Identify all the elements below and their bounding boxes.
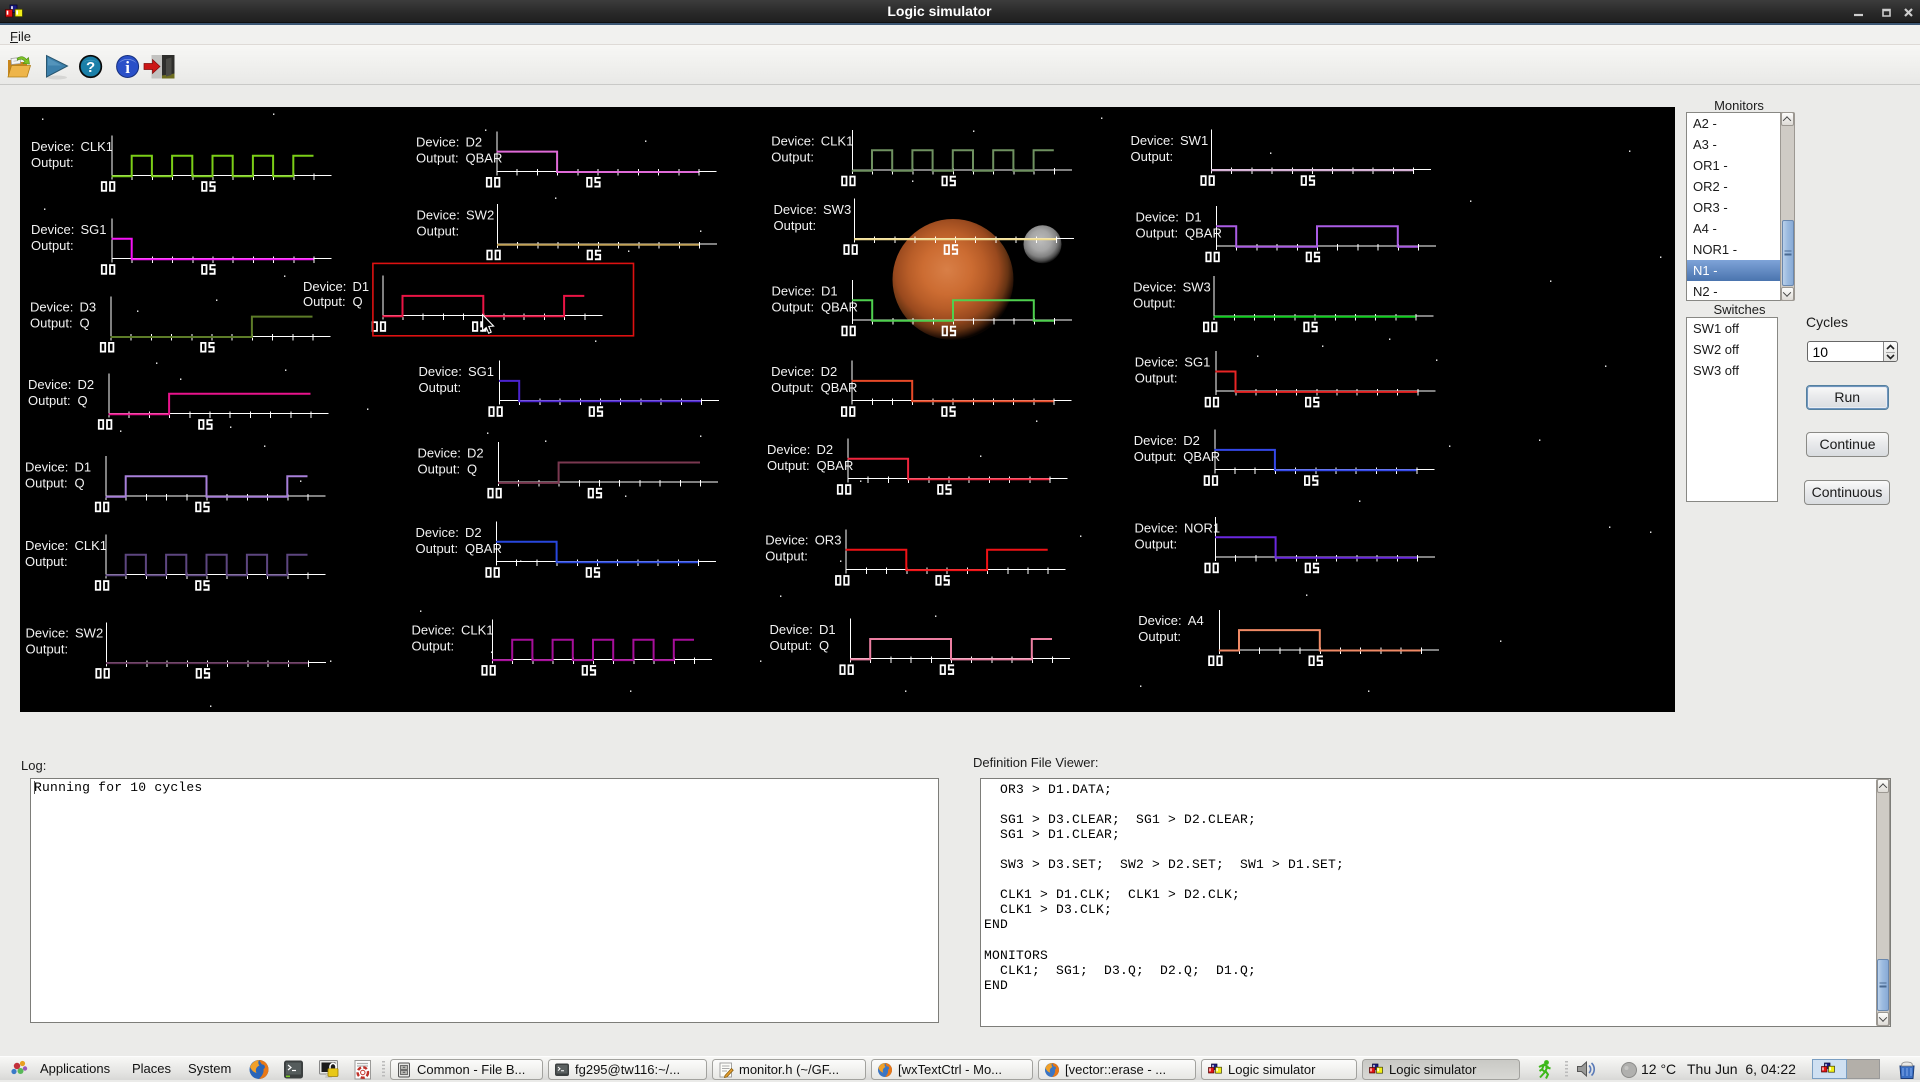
svg-text:Output:: Output: <box>31 154 74 169</box>
svg-text:Device:: Device: <box>418 445 461 460</box>
svg-text:i: i <box>125 58 130 77</box>
svg-text:Output:: Output: <box>767 457 810 472</box>
svg-text:Output:: Output: <box>1135 536 1178 551</box>
svg-text:Device:: Device: <box>774 201 817 216</box>
svg-text:Device:: Device: <box>416 524 459 539</box>
svg-text:Device:: Device: <box>303 279 346 294</box>
svg-text:Output:: Output: <box>416 150 459 165</box>
svg-text:Q: Q <box>78 392 88 407</box>
svg-text:Output:: Output: <box>416 540 459 555</box>
svg-text:?: ? <box>86 59 95 76</box>
svg-text:Output:: Output: <box>1131 148 1174 163</box>
svg-text:D1: D1 <box>821 283 838 298</box>
svg-text:Device:: Device: <box>419 363 462 378</box>
svg-text:Device:: Device: <box>25 537 68 552</box>
svg-text:CLK1: CLK1 <box>75 537 108 552</box>
svg-text:Output:: Output: <box>772 299 815 314</box>
svg-text:Q: Q <box>467 461 477 476</box>
svg-text:Output:: Output: <box>412 638 455 653</box>
svg-text:Device:: Device: <box>416 134 459 149</box>
svg-text:Device:: Device: <box>1138 613 1181 628</box>
svg-text:CLK1: CLK1 <box>821 133 854 148</box>
svg-text:D2: D2 <box>78 376 95 391</box>
svg-text:D3: D3 <box>80 299 97 314</box>
svg-text:Output:: Output: <box>25 553 68 568</box>
svg-text:Device:: Device: <box>1136 209 1179 224</box>
svg-text:SG1: SG1 <box>468 363 494 378</box>
svg-text:Output:: Output: <box>774 217 817 232</box>
svg-text:CLK1: CLK1 <box>461 622 494 637</box>
svg-text:Output:: Output: <box>771 149 814 164</box>
svg-text:Device:: Device: <box>765 532 808 547</box>
svg-text:Device:: Device: <box>30 299 73 314</box>
svg-text:CLK1: CLK1 <box>81 138 114 153</box>
svg-text:Device:: Device: <box>1135 354 1178 369</box>
svg-text:NOR1: NOR1 <box>1184 520 1220 535</box>
svg-text:SG1: SG1 <box>1184 354 1210 369</box>
svg-text:SG1: SG1 <box>81 221 107 236</box>
svg-text:Output:: Output: <box>26 641 69 656</box>
svg-text:Q: Q <box>80 315 90 330</box>
svg-text:Device:: Device: <box>31 221 74 236</box>
svg-text:A4: A4 <box>1188 613 1204 628</box>
svg-text:Device:: Device: <box>771 363 814 378</box>
svg-text:Output:: Output: <box>1134 448 1177 463</box>
svg-text:Q: Q <box>819 638 829 653</box>
svg-text:Output:: Output: <box>30 315 73 330</box>
svg-text:Output:: Output: <box>303 294 346 309</box>
svg-text:Device:: Device: <box>1135 520 1178 535</box>
svg-text:Device:: Device: <box>26 625 69 640</box>
svg-text:D2: D2 <box>817 441 834 456</box>
svg-text:Output:: Output: <box>419 379 462 394</box>
svg-text:Output:: Output: <box>418 461 461 476</box>
svg-text:D2: D2 <box>1183 432 1200 447</box>
svg-text:Device:: Device: <box>770 622 813 637</box>
svg-text:Device:: Device: <box>28 376 71 391</box>
svg-text:D1: D1 <box>75 459 92 474</box>
svg-text:Device:: Device: <box>772 283 815 298</box>
svg-text:SW2: SW2 <box>466 207 494 222</box>
svg-text:SW1: SW1 <box>1180 132 1208 147</box>
svg-text:Device:: Device: <box>31 138 74 153</box>
svg-text:D2: D2 <box>821 363 838 378</box>
svg-text:Output:: Output: <box>31 237 74 252</box>
svg-text:Output:: Output: <box>1136 225 1179 240</box>
svg-text:SW2: SW2 <box>75 625 103 640</box>
svg-text:OR3: OR3 <box>815 532 842 547</box>
svg-text:Device:: Device: <box>417 207 460 222</box>
svg-text:Output:: Output: <box>1138 629 1181 644</box>
svg-text:Output:: Output: <box>770 638 813 653</box>
svg-text:Q: Q <box>353 294 363 309</box>
svg-text:Output:: Output: <box>1133 295 1176 310</box>
svg-text:D1: D1 <box>819 622 836 637</box>
svg-text:Output:: Output: <box>417 223 460 238</box>
svg-text:D2: D2 <box>467 445 484 460</box>
svg-text:Q: Q <box>75 475 85 490</box>
svg-text:D2: D2 <box>465 524 482 539</box>
svg-text:D1: D1 <box>353 279 370 294</box>
svg-text:Device:: Device: <box>412 622 455 637</box>
svg-text:Output:: Output: <box>765 548 808 563</box>
svg-text:D1: D1 <box>1185 209 1202 224</box>
svg-text:Device:: Device: <box>771 133 814 148</box>
svg-text:Device:: Device: <box>1131 132 1174 147</box>
svg-text:Device:: Device: <box>1134 432 1177 447</box>
svg-text:Output:: Output: <box>1135 370 1178 385</box>
svg-text:Output:: Output: <box>25 475 68 490</box>
svg-text:SW3: SW3 <box>823 201 851 216</box>
svg-text:Device:: Device: <box>25 459 68 474</box>
svg-text:Output:: Output: <box>771 379 814 394</box>
svg-text:SW3: SW3 <box>1183 279 1211 294</box>
svg-text:D2: D2 <box>466 134 483 149</box>
svg-text:Device:: Device: <box>767 441 810 456</box>
svg-text:Device:: Device: <box>1133 279 1176 294</box>
svg-text:Output:: Output: <box>28 392 71 407</box>
